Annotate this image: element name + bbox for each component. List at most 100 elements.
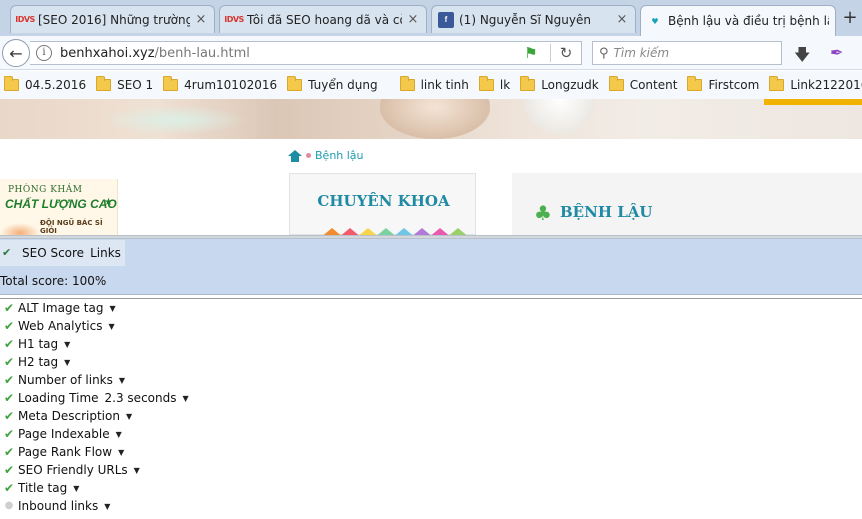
caret-down-icon[interactable]: ▼: [108, 322, 114, 331]
web-page-viewport: Bệnh lậu PHÒNG KHÁM CHẤT LƯỢNG CAO ★ ĐỘI…: [0, 99, 862, 235]
caret-down-icon[interactable]: ▼: [134, 466, 140, 475]
folder-icon: [769, 76, 785, 91]
home-icon[interactable]: [288, 149, 302, 162]
caret-down-icon[interactable]: ▼: [109, 304, 115, 313]
bookmark-folder[interactable]: lk: [478, 76, 511, 92]
bookmark-folder[interactable]: Longzudk: [520, 76, 599, 92]
check-label: Loading Time: [18, 391, 99, 405]
caret-down-icon[interactable]: ▼: [104, 502, 110, 511]
check-label: H1 tag: [18, 337, 59, 351]
check-icon: ✔: [3, 373, 15, 387]
caret-down-icon[interactable]: ▼: [119, 376, 125, 385]
folder-icon: [4, 76, 19, 91]
bookmark-folder[interactable]: Content: [608, 76, 678, 92]
search-icon: ⚲: [599, 45, 609, 61]
check-item[interactable]: ✔ Web Analytics ▼: [0, 317, 115, 335]
tab-benh-lau[interactable]: ♥ Bệnh lậu và điều trị bệnh lậ...: [640, 5, 836, 36]
caret-down-icon[interactable]: ▼: [116, 430, 122, 439]
check-item[interactable]: ● Inbound links ▼: [0, 497, 111, 515]
breadcrumb-link[interactable]: Bệnh lậu: [315, 149, 364, 162]
bookmark-label: Content: [629, 78, 678, 92]
bookmark-label: Link2122016: [790, 78, 862, 92]
folder-icon: [687, 76, 703, 91]
caret-down-icon[interactable]: ▼: [126, 412, 132, 421]
folder-icon: [478, 76, 494, 91]
check-item[interactable]: ✔ SEO Friendly URLs ▼: [0, 461, 140, 479]
bookmark-label: 4rum10102016: [184, 78, 278, 92]
info-icon[interactable]: i: [36, 45, 52, 61]
close-icon[interactable]: ×: [615, 12, 629, 27]
url-bar[interactable]: i benhxahoi.xyz/benh-lau.html ⚑ ↻: [30, 41, 582, 65]
check-icon: ✔: [3, 337, 15, 351]
check-item[interactable]: ✔ Page Rank Flow ▼: [0, 443, 124, 461]
bookmark-folder[interactable]: 04.5.2016: [4, 76, 87, 92]
caret-down-icon[interactable]: ▼: [118, 448, 124, 457]
close-icon[interactable]: ×: [406, 12, 420, 27]
bookmark-label: lk: [499, 78, 511, 92]
check-label: SEO Friendly URLs: [18, 463, 128, 477]
check-label: Page Rank Flow: [18, 445, 113, 459]
feather-extension-icon[interactable]: ✒: [830, 43, 843, 62]
folder-icon: [96, 76, 112, 91]
bookmark-folder[interactable]: link tinh: [399, 76, 469, 92]
caret-down-icon[interactable]: ▼: [73, 484, 79, 493]
bookmark-label: Firstcom: [708, 78, 760, 92]
seo-check-list: ✔ ALT Image tag ▼ ✔ Web Analytics ▼ ✔ H1…: [0, 299, 862, 519]
clinic-line3: ĐỘI NGŨ BÁC SĨ GIỎI: [40, 219, 103, 235]
benh-lau-box: ♣ BỆNH LẬU: [512, 173, 862, 235]
new-tab-button[interactable]: +: [838, 7, 862, 33]
reload-icon[interactable]: ↻: [557, 44, 575, 62]
bookmark-folder[interactable]: SEO 1: [96, 76, 153, 92]
check-icon: ✔: [3, 481, 15, 495]
folder-icon: [163, 76, 179, 91]
check-item[interactable]: ✔ ALT Image tag ▼: [0, 299, 116, 317]
check-icon: ✔: [3, 463, 15, 477]
bookmark-label: Tuyển dụng: [308, 78, 378, 92]
benh-lau-heading: BỆNH LẬU: [560, 203, 653, 221]
check-item[interactable]: ✔ Page Indexable ▼: [0, 425, 122, 443]
clinic-line1: PHÒNG KHÁM: [8, 185, 83, 195]
tab-links[interactable]: Links: [90, 246, 121, 260]
bookmark-label: 04.5.2016: [25, 78, 87, 92]
url-text[interactable]: benhxahoi.xyz/benh-lau.html: [60, 46, 522, 61]
total-score: Total score: 100%: [0, 274, 107, 288]
arrow-left-icon: ←: [9, 43, 23, 63]
check-label: Number of links: [18, 373, 113, 387]
download-icon[interactable]: 🡇: [794, 44, 810, 71]
search-bar[interactable]: ⚲: [592, 41, 782, 65]
tab-strip: IDVS [SEO 2016] Những trường ... × IDVS …: [0, 0, 862, 36]
tab-seo-score[interactable]: SEO Score: [22, 246, 84, 260]
loading-time-value: 2.3 seconds: [104, 391, 177, 405]
folder-icon: [520, 76, 536, 91]
bookmark-folder[interactable]: 4rum10102016: [163, 76, 278, 92]
bookmark-folder[interactable]: Tuyển dụng: [287, 76, 378, 92]
tab-facebook[interactable]: f (1) Nguyễn Sĩ Nguyên ×: [431, 5, 636, 33]
check-item[interactable]: ✔ H1 tag ▼: [0, 335, 70, 353]
check-item[interactable]: ✔ Title tag ▼: [0, 479, 79, 497]
check-item[interactable]: ✔ Number of links ▼: [0, 371, 125, 389]
check-label: Inbound links: [18, 499, 99, 513]
check-label: Title tag: [18, 481, 68, 495]
back-button[interactable]: ←: [2, 39, 30, 67]
hero-banner: [0, 99, 862, 139]
flag-icon[interactable]: ⚑: [522, 45, 540, 61]
check-item[interactable]: ✔ H2 tag ▼: [0, 353, 70, 371]
caret-down-icon[interactable]: ▼: [64, 358, 70, 367]
bookmark-folder[interactable]: Link2122016: [769, 76, 862, 92]
bookmark-folder[interactable]: Firstcom: [687, 76, 760, 92]
clinic-banner[interactable]: PHÒNG KHÁM CHẤT LƯỢNG CAO ★ ĐỘI NGŨ BÁC …: [0, 179, 118, 235]
close-icon[interactable]: ×: [194, 12, 208, 27]
tab-seo-2016[interactable]: IDVS [SEO 2016] Những trường ... ×: [10, 5, 215, 33]
search-input[interactable]: [613, 46, 764, 60]
check-label: Web Analytics: [18, 319, 103, 333]
caret-down-icon[interactable]: ▼: [182, 394, 188, 403]
check-label: H2 tag: [18, 355, 59, 369]
check-item[interactable]: ✔ Meta Description ▼: [0, 407, 132, 425]
check-icon: ✔: [3, 445, 15, 459]
heart-icon: ♥: [651, 16, 659, 26]
caret-down-icon[interactable]: ▼: [64, 340, 70, 349]
clover-icon: ♣: [534, 201, 552, 225]
check-item[interactable]: ✔ Loading Time 2.3 seconds ▼: [0, 389, 189, 407]
tab-toi-da-seo[interactable]: IDVS Tôi đã SEO hoang dã và cò... ×: [219, 5, 427, 33]
check-icon: ✔: [3, 427, 15, 441]
